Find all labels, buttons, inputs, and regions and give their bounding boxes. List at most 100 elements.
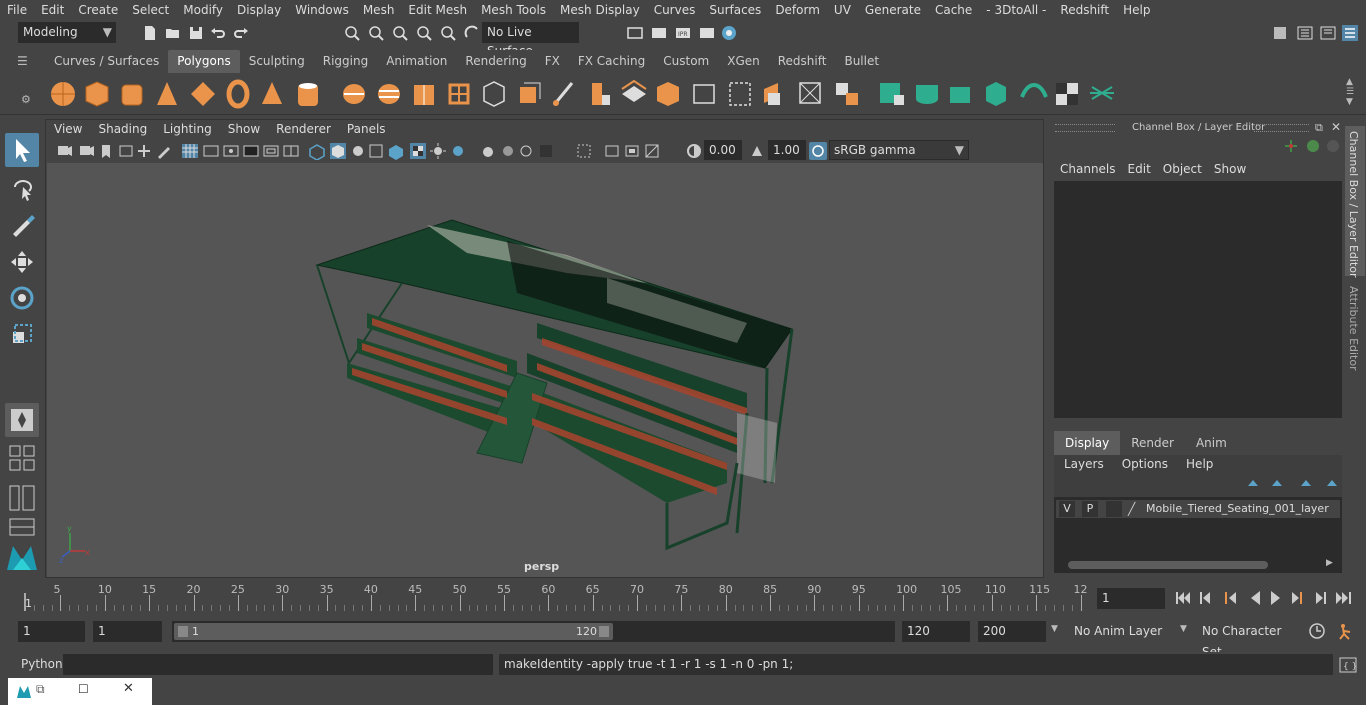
step-forward-key-icon[interactable] (1316, 592, 1326, 604)
poly-plane-icon[interactable] (191, 82, 215, 106)
menu-help[interactable]: Help (1116, 0, 1157, 20)
menu-uv[interactable]: UV (827, 0, 858, 20)
ipr-render-icon[interactable]: IPR (675, 25, 691, 41)
snap-curve-icon[interactable] (368, 25, 384, 41)
snap-view-icon[interactable] (416, 25, 432, 41)
attribute-editor-icon[interactable] (1297, 25, 1313, 41)
layout-four-icon[interactable] (8, 444, 36, 472)
bridge-icon[interactable] (520, 82, 541, 103)
resolution-gate-icon[interactable] (223, 145, 239, 157)
workspace-icon[interactable] (1272, 25, 1288, 41)
offset-loop-icon[interactable] (729, 82, 751, 106)
lasso-tool[interactable] (5, 171, 39, 205)
hypershade-icon[interactable] (721, 25, 737, 41)
float-panel-icon[interactable]: ⧉ (1315, 121, 1323, 135)
tool-settings-icon[interactable] (1320, 25, 1336, 41)
layer-tab-display[interactable]: Display (1054, 431, 1121, 455)
menu-mesh[interactable]: Mesh (356, 0, 402, 20)
uv-spherical-icon[interactable] (950, 87, 970, 103)
film-gate-icon[interactable] (203, 145, 219, 157)
scrollbar-thumb[interactable] (1068, 561, 1268, 569)
go-to-start-icon[interactable] (1176, 592, 1190, 604)
use-all-lights-icon[interactable] (430, 143, 446, 159)
2d-pan-icon[interactable] (138, 145, 150, 157)
uv-cylindrical-icon[interactable] (916, 85, 938, 104)
tab-redshift[interactable]: Redshift (768, 50, 836, 73)
menu-redshift[interactable]: Redshift (1053, 0, 1116, 20)
menu-cache[interactable]: Cache (928, 0, 979, 20)
playback-end-field[interactable]: 120 (902, 621, 970, 642)
range-handle-right[interactable] (599, 626, 609, 637)
layer-tab-anim[interactable]: Anim (1185, 431, 1238, 455)
visibility-toggle[interactable]: V (1059, 501, 1075, 517)
menu-mesh-display[interactable]: Mesh Display (553, 0, 647, 20)
minimized-window[interactable]: ⧉ ☐ ✕ (8, 678, 152, 705)
channel-menu-channels[interactable]: Channels (1054, 159, 1122, 179)
range-bar[interactable]: 1 120 (172, 621, 895, 642)
shelf-menu-icon[interactable]: ☰ (17, 54, 39, 68)
viewport-menu-shading[interactable]: Shading (90, 120, 155, 139)
chevron-down-icon[interactable]: ▼ (1180, 624, 1187, 634)
move-layer-up-icon[interactable] (1248, 480, 1258, 486)
smooth-shade-icon[interactable] (330, 143, 346, 159)
channel-box-icon[interactable] (1342, 25, 1358, 41)
bookmark-icon[interactable] (102, 145, 110, 158)
maximize-icon[interactable]: ☐ (78, 682, 89, 696)
multi-cut-icon[interactable] (552, 82, 574, 106)
tab-rendering[interactable]: Rendering (456, 50, 536, 73)
play-backward-icon[interactable] (1251, 591, 1260, 605)
default-lighting-icon[interactable] (353, 146, 363, 156)
colorspace-dropdown[interactable]: sRGB gamma ▼ (829, 140, 969, 160)
menu-create[interactable]: Create (71, 0, 125, 20)
anim-layer-dropdown[interactable]: No Anim Layer (1070, 621, 1170, 642)
display-type-toggle[interactable] (1106, 501, 1122, 517)
poly-pyramid-icon[interactable] (262, 82, 282, 104)
range-handle-left[interactable] (178, 626, 188, 637)
show-manipulator-tool[interactable] (5, 403, 39, 437)
two-sided-icon[interactable] (645, 144, 659, 158)
render-settings-icon[interactable] (699, 25, 715, 41)
layer-row[interactable]: V P ╱ Mobile_Tiered_Seating_001_layer (1056, 500, 1340, 518)
boolean-icon[interactable] (836, 83, 858, 105)
tab-sculpting[interactable]: Sculpting (239, 50, 314, 73)
scroll-right-icon[interactable]: ▶ (1326, 558, 1333, 568)
smooth-icon[interactable] (414, 85, 434, 105)
hud-icon[interactable] (577, 144, 591, 158)
motion-blur-icon[interactable] (503, 146, 513, 156)
tab-curves-surfaces[interactable]: Curves / Surfaces (45, 50, 169, 73)
gamma-icon[interactable] (749, 143, 765, 159)
scale-tool[interactable] (5, 317, 39, 351)
anti-alias-icon[interactable] (520, 145, 532, 157)
play-forward-icon[interactable] (1271, 591, 1280, 605)
gate-mask-icon[interactable] (243, 145, 259, 157)
wireframe-icon[interactable] (309, 144, 325, 160)
shadows-icon[interactable] (369, 144, 383, 158)
tab-rigging[interactable]: Rigging (313, 50, 378, 73)
move-tool[interactable] (5, 245, 39, 279)
exposure-field[interactable]: 0.00 (704, 140, 742, 160)
poly-sphere-icon[interactable] (51, 82, 75, 106)
layer-color-icon[interactable]: ╱ (1128, 502, 1135, 516)
close-icon[interactable]: ✕ (1331, 120, 1341, 134)
frame-selected-icon[interactable] (625, 145, 639, 157)
step-forward-frame-icon[interactable] (1292, 592, 1302, 604)
rotate-tool[interactable] (5, 281, 39, 315)
tab-fx[interactable]: FX (535, 50, 569, 73)
render-frame-icon[interactable] (651, 25, 667, 41)
key-status-icon[interactable] (1307, 140, 1319, 152)
gamma-field[interactable]: 1.00 (768, 140, 806, 160)
menu-select[interactable]: Select (125, 0, 176, 20)
animation-prefs-icon[interactable] (1336, 622, 1354, 640)
subdivide-icon[interactable] (448, 83, 470, 105)
viewport-menu-renderer[interactable]: Renderer (268, 120, 339, 139)
current-time-indicator[interactable] (24, 593, 26, 611)
depth-of-field-icon[interactable] (540, 145, 552, 157)
tab-custom[interactable]: Custom (654, 50, 719, 73)
anim-end-field[interactable]: 200 (978, 621, 1046, 642)
menu-edit-mesh[interactable]: Edit Mesh (401, 0, 474, 20)
playback-start-field[interactable]: 1 (93, 621, 162, 642)
render-view-icon[interactable] (627, 25, 643, 41)
color-management-icon[interactable] (809, 142, 827, 160)
character-set-dropdown[interactable]: No Character Set (1198, 621, 1298, 659)
safe-action-icon[interactable] (283, 145, 299, 157)
